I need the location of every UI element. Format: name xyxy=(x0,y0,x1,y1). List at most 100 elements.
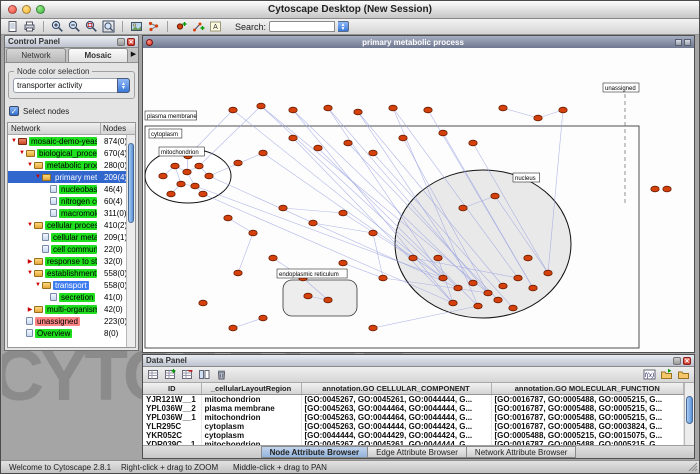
formula-builder-icon[interactable]: f(x) xyxy=(642,368,657,382)
tree-row[interactable]: ▼metabolic process280(0) xyxy=(8,159,135,171)
graph-node[interactable] xyxy=(544,270,552,276)
annotation-icon[interactable]: A xyxy=(208,20,223,34)
attribute-delete-icon[interactable] xyxy=(180,368,195,382)
tree-item-label[interactable]: metabolic process xyxy=(45,161,97,170)
graph-node[interactable] xyxy=(369,230,377,236)
graph-node[interactable] xyxy=(379,275,387,281)
import-attributes-icon[interactable] xyxy=(659,368,674,382)
tree-row[interactable]: macromolecule...311(0) xyxy=(8,207,135,219)
tree-item-label[interactable]: multi-organism pr... xyxy=(45,305,97,314)
attribute-folder-icon[interactable] xyxy=(676,368,691,382)
tree-item-label[interactable]: establishment of l... xyxy=(45,269,97,278)
tab-edge-attribute-browser[interactable]: Edge Attribute Browser xyxy=(367,446,466,458)
minimize-icon[interactable] xyxy=(675,39,682,46)
graph-node[interactable] xyxy=(324,297,332,303)
attribute-select-icon[interactable] xyxy=(146,368,161,382)
resize-grip-icon[interactable] xyxy=(687,461,698,472)
zoom-fit-icon[interactable] xyxy=(101,20,116,34)
graph-node[interactable] xyxy=(199,191,207,197)
tab-mosaic[interactable]: Mosaic xyxy=(68,48,128,62)
graph-node[interactable] xyxy=(399,135,407,141)
expander-icon[interactable]: ▼ xyxy=(34,282,42,288)
network-view-titlebar[interactable]: primary metabolic process xyxy=(143,36,694,48)
attribute-create-icon[interactable] xyxy=(163,368,178,382)
table-cell[interactable]: mitochondrion xyxy=(201,394,301,404)
tree-row[interactable]: cellular metabo...209(1) xyxy=(8,231,135,243)
graph-node[interactable] xyxy=(205,173,213,179)
column-header[interactable]: _cellularLayoutRegion xyxy=(201,383,301,394)
graph-node[interactable] xyxy=(459,205,467,211)
tree-row[interactable]: secretion41(0) xyxy=(8,291,135,303)
table-cell[interactable]: [GO:0044444, GO:0044429, GO:0044424, G..… xyxy=(301,431,491,440)
graph-node[interactable] xyxy=(309,220,317,226)
graph-node[interactable] xyxy=(324,105,332,111)
graph-node[interactable] xyxy=(304,293,312,299)
expander-icon[interactable]: ▶ xyxy=(26,306,34,313)
add-node-icon[interactable] xyxy=(174,20,189,34)
close-icon[interactable] xyxy=(146,39,153,46)
tree-row[interactable]: ▼mosaic-demo-yeast874(0) xyxy=(8,135,135,147)
color-attribute-dropdown[interactable]: transporter activity ▲▼ xyxy=(13,78,130,93)
graph-node[interactable] xyxy=(234,270,242,276)
graph-node[interactable] xyxy=(339,260,347,266)
graph-node[interactable] xyxy=(369,150,377,156)
graph-node[interactable] xyxy=(499,283,507,289)
table-cell[interactable]: cytoplasm xyxy=(201,431,301,440)
table-cell[interactable]: [GO:0045263, GO:0044464, GO:0044444, G..… xyxy=(301,413,491,422)
expander-icon[interactable]: ▼ xyxy=(26,162,34,168)
table-row[interactable]: YJR121W__1mitochondrion[GO:0045267, GO:0… xyxy=(143,394,684,404)
graph-node[interactable] xyxy=(663,186,671,192)
graph-node[interactable] xyxy=(439,130,447,136)
table-cell[interactable]: [GO:0005488, GO:0005215, GO:0015075, G..… xyxy=(491,431,684,440)
tree-item-label[interactable]: unassigned xyxy=(35,317,80,326)
graph-node[interactable] xyxy=(409,255,417,261)
tree-row[interactable]: nitrogen compo...60(4) xyxy=(8,195,135,207)
graph-node[interactable] xyxy=(474,303,482,309)
table-cell[interactable]: [GO:0016787, GO:0005488, GO:0005215, G..… xyxy=(491,440,684,446)
graph-node[interactable] xyxy=(259,315,267,321)
window-zoom-button[interactable] xyxy=(36,5,45,14)
graph-node[interactable] xyxy=(289,135,297,141)
zoom-in-icon[interactable] xyxy=(50,20,65,34)
tree-row[interactable]: ▶multi-organism pr...42(0) xyxy=(8,303,135,315)
table-cell[interactable]: [GO:0045267, GO:0045261, GO:0044444, G..… xyxy=(301,440,491,446)
float-panel-icon[interactable] xyxy=(673,357,681,365)
tree-item-label[interactable]: secretion xyxy=(59,293,95,302)
tree-item-label[interactable]: macromolecule... xyxy=(59,209,97,218)
tree-item-label[interactable]: response to stimu xyxy=(45,257,97,266)
graph-node[interactable] xyxy=(434,255,442,261)
expander-icon[interactable]: ▼ xyxy=(10,138,18,144)
print-icon[interactable] xyxy=(22,20,37,34)
table-row[interactable]: YPL036W__2plasma membrane[GO:0045263, GO… xyxy=(143,404,684,413)
table-cell[interactable]: YDR039C__1 xyxy=(143,440,201,446)
graph-node[interactable] xyxy=(289,107,297,113)
tree-header-network[interactable]: Network xyxy=(8,123,101,134)
expander-icon[interactable]: ▼ xyxy=(26,270,34,276)
float-panel-icon[interactable] xyxy=(117,38,125,46)
tree-item-label[interactable]: transport xyxy=(53,281,89,290)
table-cell[interactable]: [GO:0016787, GO:0005488, GO:0005215, G..… xyxy=(491,394,684,404)
graph-node[interactable] xyxy=(369,325,377,331)
graph-node[interactable] xyxy=(191,183,199,189)
graph-node[interactable] xyxy=(509,305,517,311)
zoom-selected-icon[interactable] xyxy=(84,20,99,34)
expander-icon[interactable]: ▼ xyxy=(26,222,34,228)
select-nodes-checkbox[interactable]: ✓ xyxy=(9,106,19,116)
table-cell[interactable]: YKR052C xyxy=(143,431,201,440)
close-icon[interactable]: ✕ xyxy=(683,357,691,365)
tree-row[interactable]: ▼transport558(0) xyxy=(8,279,135,291)
maximize-icon[interactable] xyxy=(684,39,691,46)
table-cell[interactable]: cytoplasm xyxy=(201,422,301,431)
graph-node[interactable] xyxy=(389,105,397,111)
graph-node[interactable] xyxy=(469,280,477,286)
column-header[interactable]: annotation.GO CELLULAR_COMPONENT xyxy=(301,383,491,394)
network-overview-icon[interactable] xyxy=(146,20,161,34)
tree-item-label[interactable]: mosaic-demo-yeast xyxy=(29,137,97,146)
graph-node[interactable] xyxy=(439,275,447,281)
table-cell[interactable]: [GO:0045267, GO:0045261, GO:0044444, G..… xyxy=(301,394,491,404)
graph-node[interactable] xyxy=(499,105,507,111)
graph-node[interactable] xyxy=(167,191,175,197)
graph-node[interactable] xyxy=(229,107,237,113)
search-input[interactable] xyxy=(269,21,335,32)
graph-node[interactable] xyxy=(524,255,532,261)
